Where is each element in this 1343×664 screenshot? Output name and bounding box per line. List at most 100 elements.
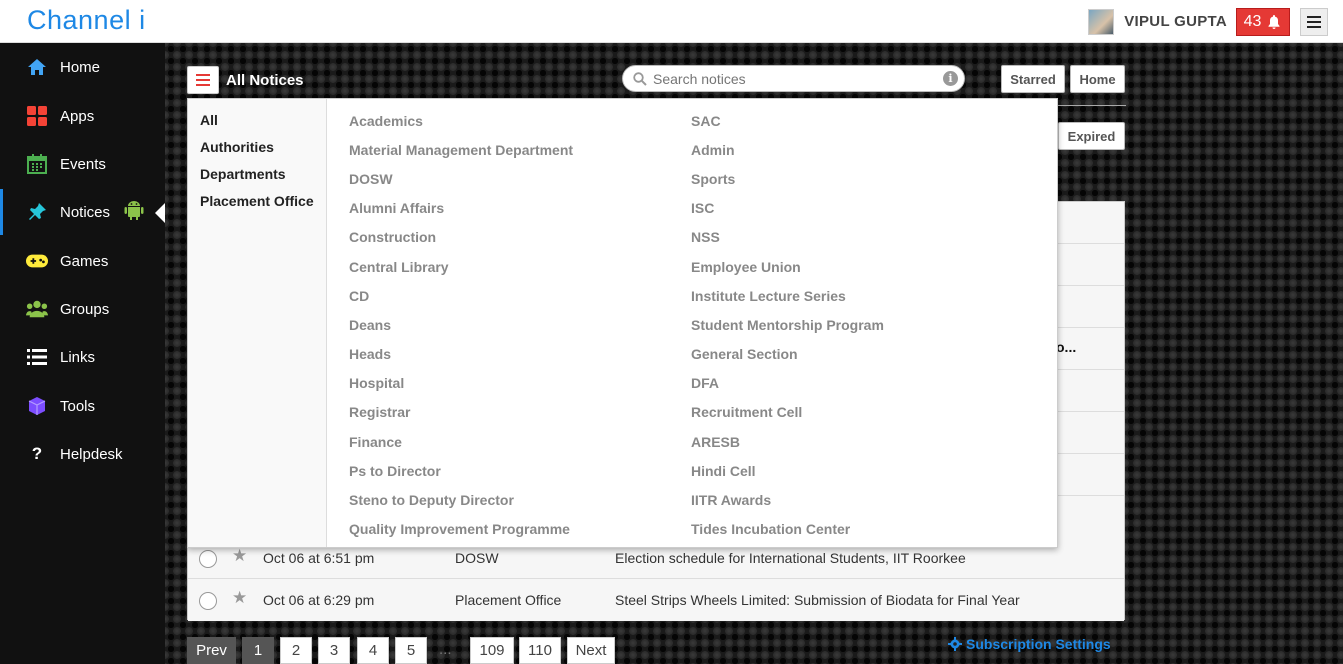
sidebar-item-label: Events bbox=[60, 155, 106, 173]
bell-icon bbox=[1268, 14, 1280, 29]
sidebar-item-games[interactable]: Games bbox=[0, 238, 165, 284]
dropdown-item[interactable]: DFA bbox=[691, 375, 719, 391]
dropdown-item[interactable]: Hospital bbox=[349, 375, 404, 391]
page-title: All Notices bbox=[226, 72, 304, 89]
sidebar-item-groups[interactable]: Groups bbox=[0, 286, 165, 332]
brand-logo[interactable]: Channel i bbox=[27, 5, 146, 36]
sidebar-item-apps[interactable]: Apps bbox=[0, 93, 165, 139]
sidebar-item-links[interactable]: Links bbox=[0, 334, 165, 380]
dropdown-item[interactable]: General Section bbox=[691, 346, 798, 362]
dropdown-item[interactable]: SAC bbox=[691, 113, 721, 129]
android-icon[interactable] bbox=[124, 199, 144, 225]
dropdown-item[interactable]: Finance bbox=[349, 434, 402, 450]
notice-date: Oct 06 at 6:51 pm bbox=[263, 550, 375, 566]
info-icon[interactable]: i bbox=[943, 71, 958, 86]
dropdown-item[interactable]: Recruitment Cell bbox=[691, 404, 802, 420]
gear-icon bbox=[948, 637, 962, 651]
dropdown-item[interactable]: ARESB bbox=[691, 434, 740, 450]
groups-icon bbox=[26, 298, 48, 320]
dropdown-item[interactable]: Alumni Affairs bbox=[349, 200, 444, 216]
dropdown-item[interactable]: NSS bbox=[691, 229, 720, 245]
sidebar-item-helpdesk[interactable]: ? Helpdesk bbox=[0, 431, 165, 477]
dropdown-item[interactable]: ISC bbox=[691, 200, 714, 216]
page-button[interactable]: 2 bbox=[280, 637, 312, 664]
dropdown-item[interactable]: Employee Union bbox=[691, 259, 801, 275]
category-departments[interactable]: Departments bbox=[200, 166, 286, 182]
sidebar-item-home[interactable]: Home bbox=[0, 44, 165, 90]
dropdown-item[interactable]: Quality Improvement Programme bbox=[349, 521, 570, 537]
username[interactable]: VIPUL GUPTA bbox=[1124, 13, 1227, 30]
sidebar-item-label: Links bbox=[60, 348, 96, 366]
notifications-button[interactable]: 43 bbox=[1236, 7, 1290, 36]
sidebar-item-tools[interactable]: Tools bbox=[0, 383, 165, 429]
sidebar-item-notices[interactable]: Notices bbox=[0, 189, 165, 235]
dropdown-item[interactable]: Steno to Deputy Director bbox=[349, 492, 514, 508]
select-radio[interactable] bbox=[199, 550, 217, 568]
main-menu-button[interactable] bbox=[1300, 7, 1328, 36]
category-list: All Authorities Departments Placement Of… bbox=[188, 99, 327, 547]
dropdown-item[interactable]: Construction bbox=[349, 229, 436, 245]
search-box[interactable]: i bbox=[622, 65, 965, 92]
calendar-icon bbox=[26, 153, 48, 175]
question-icon: ? bbox=[31, 444, 43, 463]
dropdown-item[interactable]: Institute Lecture Series bbox=[691, 288, 846, 304]
dropdown-item[interactable]: Admin bbox=[691, 142, 735, 158]
active-indicator bbox=[155, 203, 165, 223]
dropdown-item[interactable]: DOSW bbox=[349, 171, 393, 187]
dropdown-item[interactable]: Deans bbox=[349, 317, 391, 333]
subscription-settings-label: Subscription Settings bbox=[966, 636, 1111, 652]
next-page-button[interactable]: Next bbox=[567, 637, 615, 664]
sidebar-item-label: Apps bbox=[60, 107, 95, 125]
star-icon[interactable]: ★ bbox=[232, 546, 247, 566]
truncated-subject[interactable]: o... bbox=[1056, 339, 1076, 355]
select-radio[interactable] bbox=[199, 592, 217, 610]
gamepad-icon bbox=[26, 250, 48, 272]
sidebar: Home Apps Events Notices Games Groups Li… bbox=[0, 43, 165, 664]
table-row[interactable]: ★ Oct 06 at 6:29 pm Placement Office Ste… bbox=[188, 579, 1124, 621]
dropdown-item[interactable]: Hindi Cell bbox=[691, 463, 756, 479]
page-button[interactable]: 3 bbox=[318, 637, 350, 664]
sidebar-item-label: Groups bbox=[60, 300, 110, 318]
category-authorities[interactable]: Authorities bbox=[200, 139, 274, 155]
page-button[interactable]: 109 bbox=[470, 637, 514, 664]
user-area: VIPUL GUPTA 43 bbox=[1088, 0, 1343, 43]
filter-menu-button[interactable] bbox=[187, 66, 219, 94]
page-button[interactable]: 5 bbox=[395, 637, 427, 664]
expired-button[interactable]: Expired bbox=[1058, 122, 1125, 150]
star-icon[interactable]: ★ bbox=[232, 588, 247, 608]
search-input[interactable] bbox=[653, 70, 933, 87]
notice-subject[interactable]: Steel Strips Wheels Limited: Submission … bbox=[615, 592, 1020, 608]
dropdown-item[interactable]: CD bbox=[349, 288, 369, 304]
notice-subject[interactable]: Election schedule for International Stud… bbox=[615, 550, 966, 566]
category-all[interactable]: All bbox=[200, 112, 218, 128]
page-button[interactable]: 110 bbox=[519, 637, 561, 664]
apps-icon bbox=[26, 105, 48, 127]
dropdown-item[interactable]: Material Management Department bbox=[349, 142, 573, 158]
divider bbox=[1058, 105, 1126, 106]
dropdown-item[interactable]: Tides Incubation Center bbox=[691, 521, 850, 537]
dropdown-item[interactable]: Student Mentorship Program bbox=[691, 317, 884, 333]
dropdown-item[interactable]: Ps to Director bbox=[349, 463, 441, 479]
cube-icon bbox=[26, 395, 48, 417]
dropdown-item[interactable]: Heads bbox=[349, 346, 391, 362]
pin-icon bbox=[26, 201, 48, 223]
starred-button[interactable]: Starred bbox=[1001, 65, 1065, 93]
notice-source: DOSW bbox=[455, 550, 499, 566]
list-icon bbox=[26, 346, 48, 368]
sidebar-item-events[interactable]: Events bbox=[0, 141, 165, 187]
top-bar: Channel i VIPUL GUPTA 43 bbox=[0, 0, 1343, 43]
avatar[interactable] bbox=[1088, 8, 1115, 35]
notice-source: Placement Office bbox=[455, 592, 562, 608]
dropdown-item[interactable]: IITR Awards bbox=[691, 492, 771, 508]
dropdown-item[interactable]: Registrar bbox=[349, 404, 410, 420]
prev-page-button[interactable]: Prev bbox=[187, 637, 236, 664]
subscription-settings-link[interactable]: Subscription Settings bbox=[948, 636, 1111, 652]
page-button[interactable]: 4 bbox=[357, 637, 389, 664]
sidebar-item-label: Games bbox=[60, 252, 109, 270]
category-placement-office[interactable]: Placement Office bbox=[200, 193, 314, 209]
dropdown-item[interactable]: Academics bbox=[349, 113, 423, 129]
dropdown-item[interactable]: Sports bbox=[691, 171, 735, 187]
home-button[interactable]: Home bbox=[1070, 65, 1125, 93]
dropdown-item[interactable]: Central Library bbox=[349, 259, 449, 275]
page-button-current[interactable]: 1 bbox=[242, 637, 274, 664]
